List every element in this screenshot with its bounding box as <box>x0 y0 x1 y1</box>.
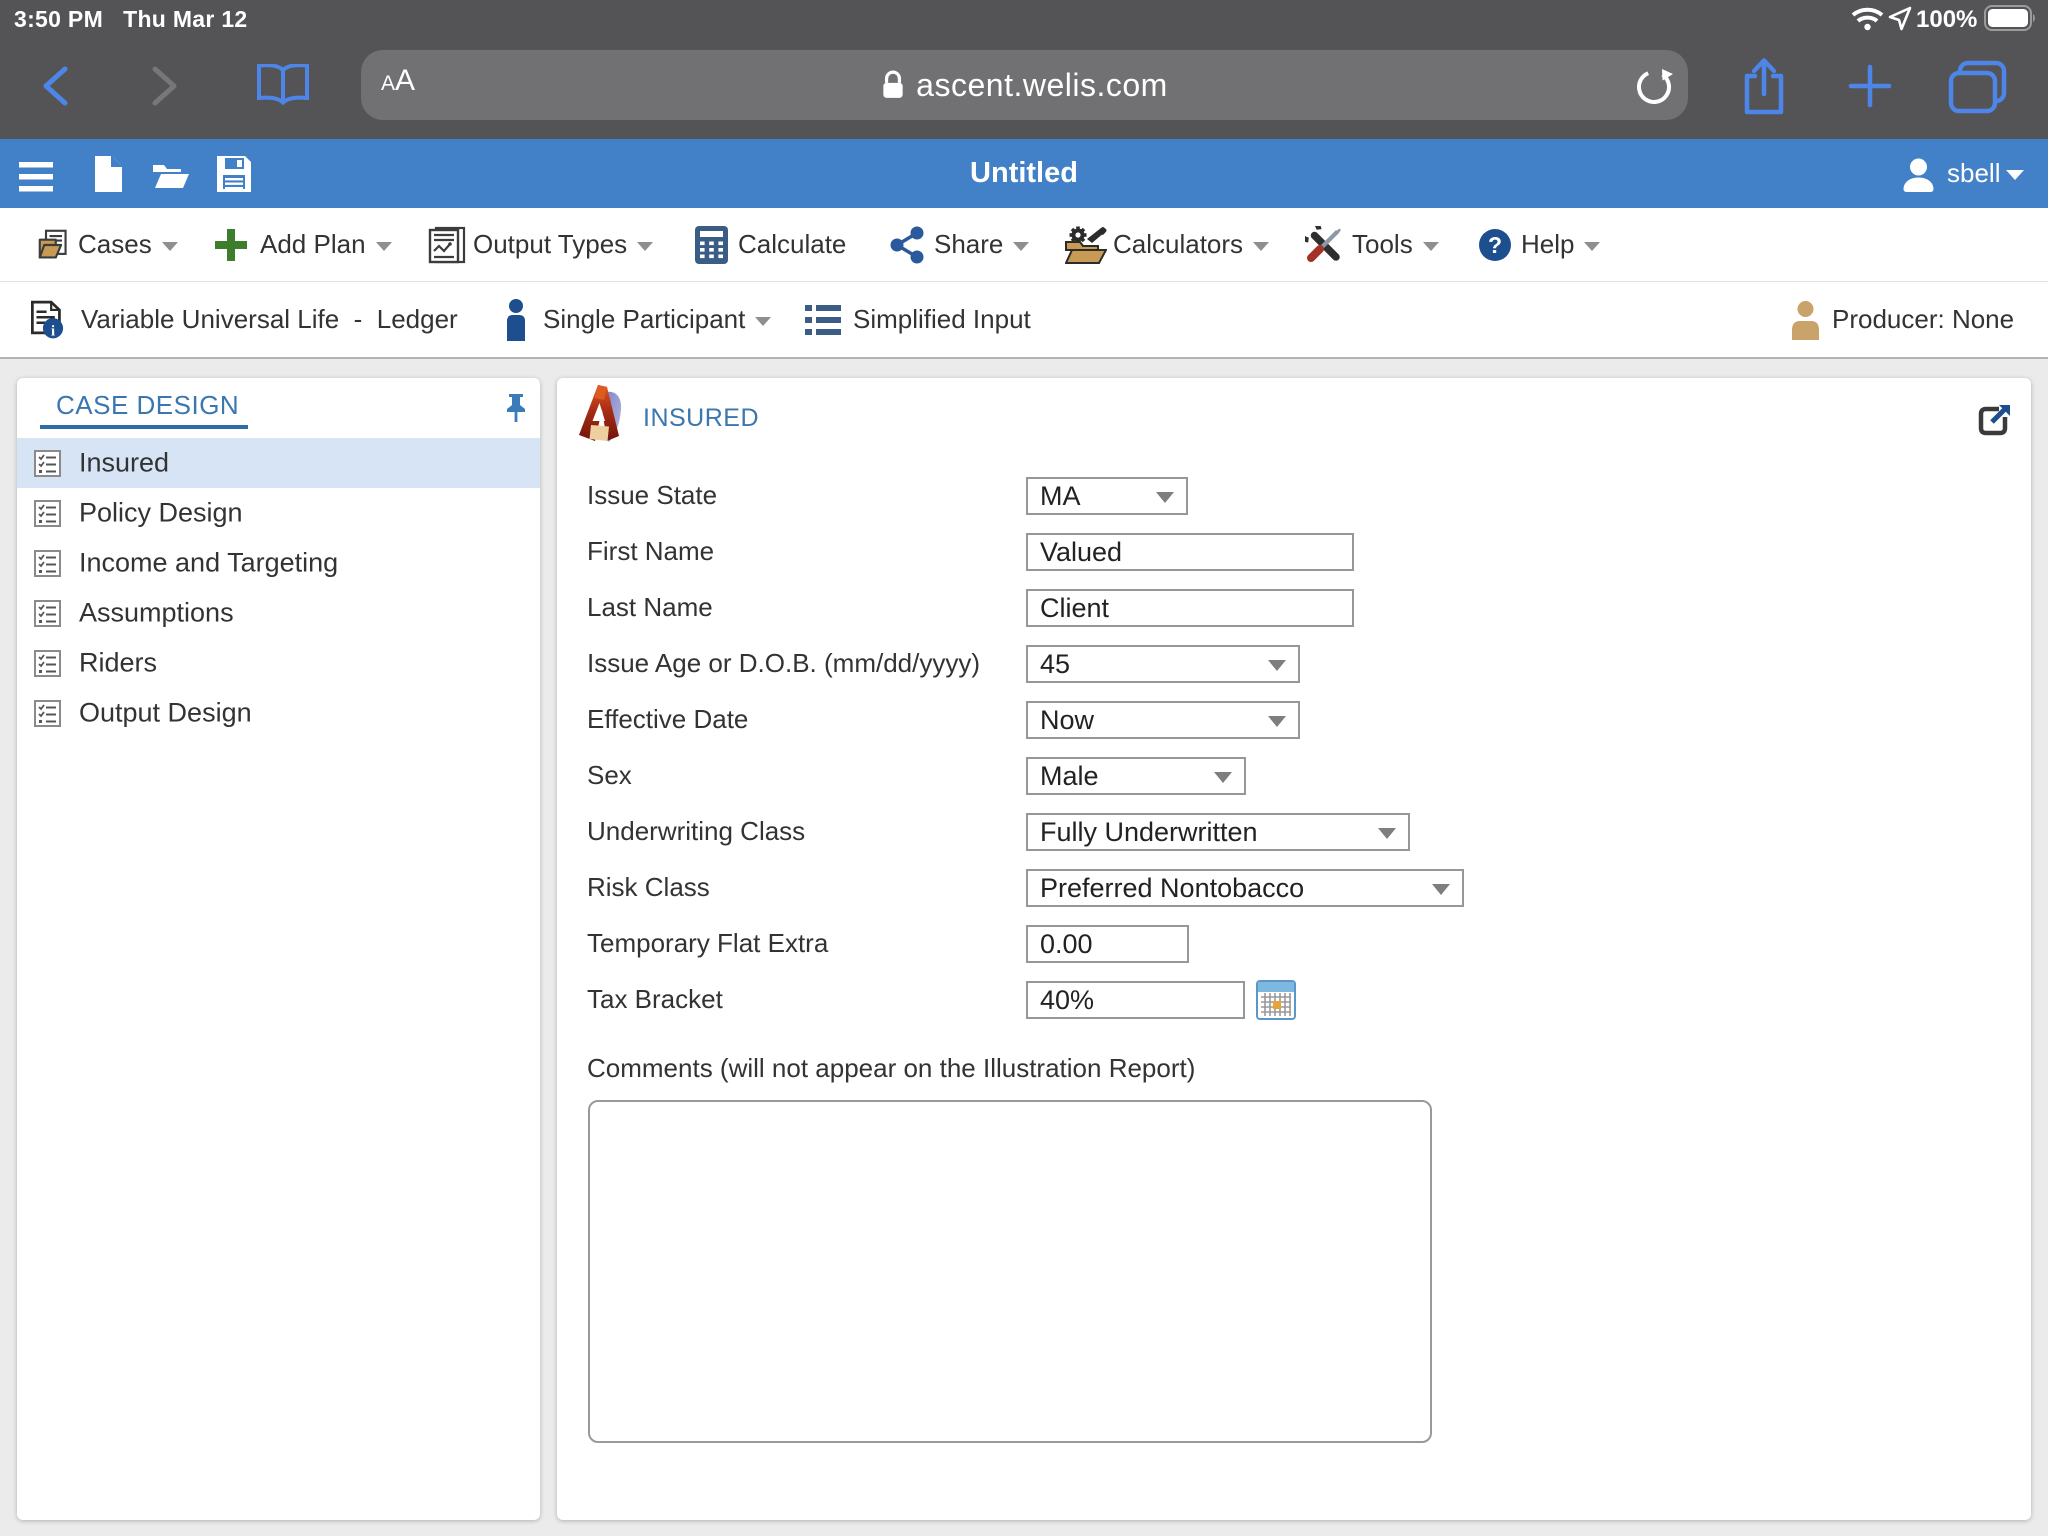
svg-text:?: ? <box>1488 232 1502 258</box>
svg-text:i: i <box>51 323 55 339</box>
